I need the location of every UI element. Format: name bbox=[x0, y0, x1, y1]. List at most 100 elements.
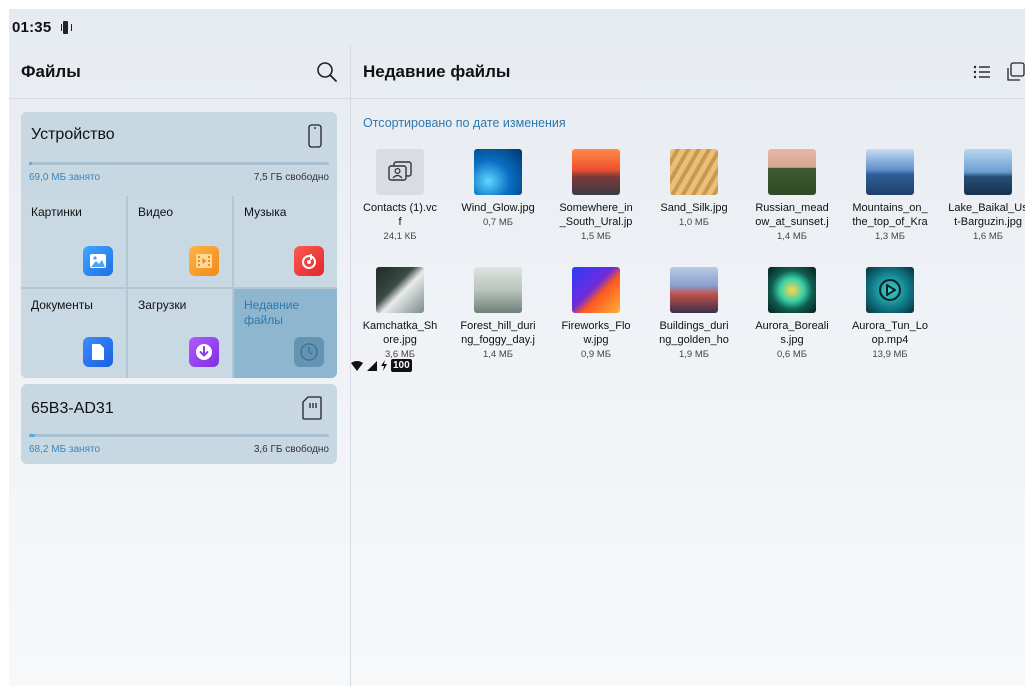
category-label: Загрузки bbox=[138, 298, 187, 312]
device-usage-fill bbox=[29, 162, 32, 165]
image-thumbnail bbox=[376, 267, 424, 313]
category-music[interactable]: Музыка bbox=[234, 196, 337, 287]
device-storage-header[interactable]: Устройство 69,0 МБ занято 7,5 ГБ свободн… bbox=[21, 112, 337, 196]
category-label: Картинки bbox=[31, 205, 82, 219]
category-recent[interactable]: Недавние файлы bbox=[234, 289, 337, 378]
file-name: Sand_Silk.jpg bbox=[660, 202, 728, 214]
sd-usage: 68,2 МБ занято 3,6 ГБ свободно bbox=[29, 444, 329, 455]
right-pane: Недавние файлы Отсортировано по дате изм… bbox=[351, 45, 1025, 686]
file-item[interactable]: Aurora_Tun_Lo op.mp4 13,9 МБ bbox=[846, 267, 934, 360]
file-size: 24,1 КБ bbox=[383, 231, 417, 242]
file-name: Kamchatka_Sh ore.jpg bbox=[362, 320, 438, 346]
picture-icon bbox=[83, 246, 113, 276]
image-thumbnail bbox=[572, 267, 620, 313]
sd-card-name: 65B3-AD31 bbox=[31, 400, 114, 417]
file-item[interactable]: Sand_Silk.jpg 1,0 МБ bbox=[650, 149, 738, 228]
status-time: 01:35 bbox=[12, 18, 52, 36]
image-thumbnail bbox=[474, 149, 522, 195]
vibrate-icon bbox=[61, 20, 73, 34]
file-size: 13,9 МБ bbox=[872, 349, 908, 360]
phone-icon bbox=[308, 124, 322, 148]
file-item[interactable]: Fireworks_Flo w.jpg 0,9 МБ bbox=[552, 267, 640, 360]
image-thumbnail bbox=[866, 149, 914, 195]
file-size: 1,0 МБ bbox=[679, 217, 709, 228]
page-title: Файлы bbox=[21, 61, 81, 81]
device-free: 7,5 ГБ свободно bbox=[253, 172, 329, 183]
device-usage-bar bbox=[29, 162, 329, 165]
category-downloads[interactable]: Загрузки bbox=[128, 289, 232, 378]
sd-usage-fill bbox=[29, 434, 35, 437]
file-item[interactable]: Mountains_on_ the_top_of_Kra 1,3 МБ bbox=[846, 149, 934, 242]
right-header: Недавние файлы bbox=[351, 45, 1025, 99]
file-size: 1,4 МБ bbox=[483, 349, 513, 360]
image-thumbnail bbox=[572, 149, 620, 195]
category-label: Видео bbox=[138, 205, 174, 219]
sd-card-icon bbox=[302, 396, 322, 420]
file-name: Buildings_duri ng_golden_ho bbox=[659, 320, 729, 346]
file-name: Lake_Baikal_Us t-Barguzin.jpg bbox=[948, 202, 1025, 228]
file-item[interactable]: Aurora_Boreali s.jpg 0,6 МБ bbox=[748, 267, 836, 360]
device-usage: 69,0 МБ занято 7,5 ГБ свободно bbox=[29, 172, 329, 183]
image-thumbnail bbox=[670, 149, 718, 195]
file-item[interactable]: Kamchatka_Sh ore.jpg 3,6 МБ bbox=[356, 267, 444, 360]
file-item[interactable]: Forest_hill_duri ng_foggy_day.j 1,4 МБ bbox=[454, 267, 542, 360]
clock-icon bbox=[294, 337, 324, 367]
image-thumbnail bbox=[474, 267, 522, 313]
file-item[interactable]: Contacts (1).vc f 24,1 КБ bbox=[356, 149, 444, 242]
sd-card-storage[interactable]: 65B3-AD31 68,2 МБ занято 3,6 ГБ свободно bbox=[21, 384, 337, 464]
file-item[interactable]: Wind_Glow.jpg 0,7 МБ bbox=[454, 149, 542, 228]
file-size: 0,6 МБ bbox=[777, 349, 807, 360]
category-documents[interactable]: Документы bbox=[21, 289, 126, 378]
file-name: Somewhere_in _South_Ural.jp bbox=[559, 202, 633, 228]
device-used: 69,0 МБ занято bbox=[29, 172, 101, 183]
file-size: 1,3 МБ bbox=[875, 231, 905, 242]
video-icon bbox=[189, 246, 219, 276]
list-view-icon[interactable] bbox=[973, 64, 991, 80]
device-storage-card[interactable]: Устройство 69,0 МБ занято 7,5 ГБ свободн… bbox=[21, 112, 337, 378]
file-name: Forest_hill_duri ng_foggy_day.j bbox=[460, 320, 536, 346]
category-label: Документы bbox=[31, 298, 93, 312]
file-size: 1,9 МБ bbox=[679, 349, 709, 360]
file-size: 0,7 МБ bbox=[483, 217, 513, 228]
category-grid: Картинки Видео Музыка Документы Загрузки… bbox=[21, 196, 337, 378]
search-button[interactable] bbox=[316, 61, 338, 83]
file-size: 0,9 МБ bbox=[581, 349, 611, 360]
file-name: Russian_mead ow_at_sunset.j bbox=[755, 202, 829, 228]
file-name: Aurora_Tun_Lo op.mp4 bbox=[851, 320, 929, 346]
category-video[interactable]: Видео bbox=[128, 196, 232, 287]
category-pictures[interactable]: Картинки bbox=[21, 196, 126, 287]
image-thumbnail bbox=[768, 267, 816, 313]
file-item[interactable]: Lake_Baikal_Us t-Barguzin.jpg 1,6 МБ bbox=[944, 149, 1025, 242]
document-icon bbox=[83, 337, 113, 367]
left-pane: Файлы Устройство 69,0 МБ занято 7,5 ГБ с… bbox=[9, 45, 350, 686]
sd-free: 3,6 ГБ свободно bbox=[253, 444, 329, 455]
file-size: 1,5 МБ bbox=[581, 231, 611, 242]
file-name: Wind_Glow.jpg bbox=[461, 202, 535, 214]
select-icon[interactable] bbox=[1005, 61, 1025, 82]
sort-label[interactable]: Отсортировано по дате изменения bbox=[363, 116, 566, 130]
file-size: 1,4 МБ bbox=[777, 231, 807, 242]
header-tools bbox=[973, 61, 1025, 82]
sd-usage-bar bbox=[29, 434, 329, 437]
sd-used: 68,2 МБ занято bbox=[29, 444, 101, 455]
category-label: Недавние файлы bbox=[244, 298, 300, 327]
search-icon bbox=[317, 61, 337, 82]
file-item[interactable]: Buildings_duri ng_golden_ho 1,9 МБ bbox=[650, 267, 738, 360]
device-name: Устройство bbox=[31, 126, 115, 143]
image-thumbnail bbox=[768, 149, 816, 195]
music-icon bbox=[294, 246, 324, 276]
file-item[interactable]: Somewhere_in _South_Ural.jp 1,5 МБ bbox=[552, 149, 640, 242]
video-thumbnail bbox=[866, 267, 914, 313]
section-title: Недавние файлы bbox=[363, 61, 511, 81]
category-label: Музыка bbox=[244, 205, 287, 219]
download-icon bbox=[189, 337, 219, 367]
file-size: 3,6 МБ bbox=[385, 349, 415, 360]
file-name: Aurora_Boreali s.jpg bbox=[755, 320, 829, 346]
file-name: Fireworks_Flo w.jpg bbox=[561, 320, 631, 346]
file-name: Contacts (1).vc f bbox=[363, 202, 437, 228]
file-name: Mountains_on_ the_top_of_Kra bbox=[852, 202, 928, 228]
image-thumbnail bbox=[670, 267, 718, 313]
left-header: Файлы bbox=[9, 45, 350, 99]
contact-file-icon bbox=[376, 149, 424, 195]
file-item[interactable]: Russian_mead ow_at_sunset.j 1,4 МБ bbox=[748, 149, 836, 242]
